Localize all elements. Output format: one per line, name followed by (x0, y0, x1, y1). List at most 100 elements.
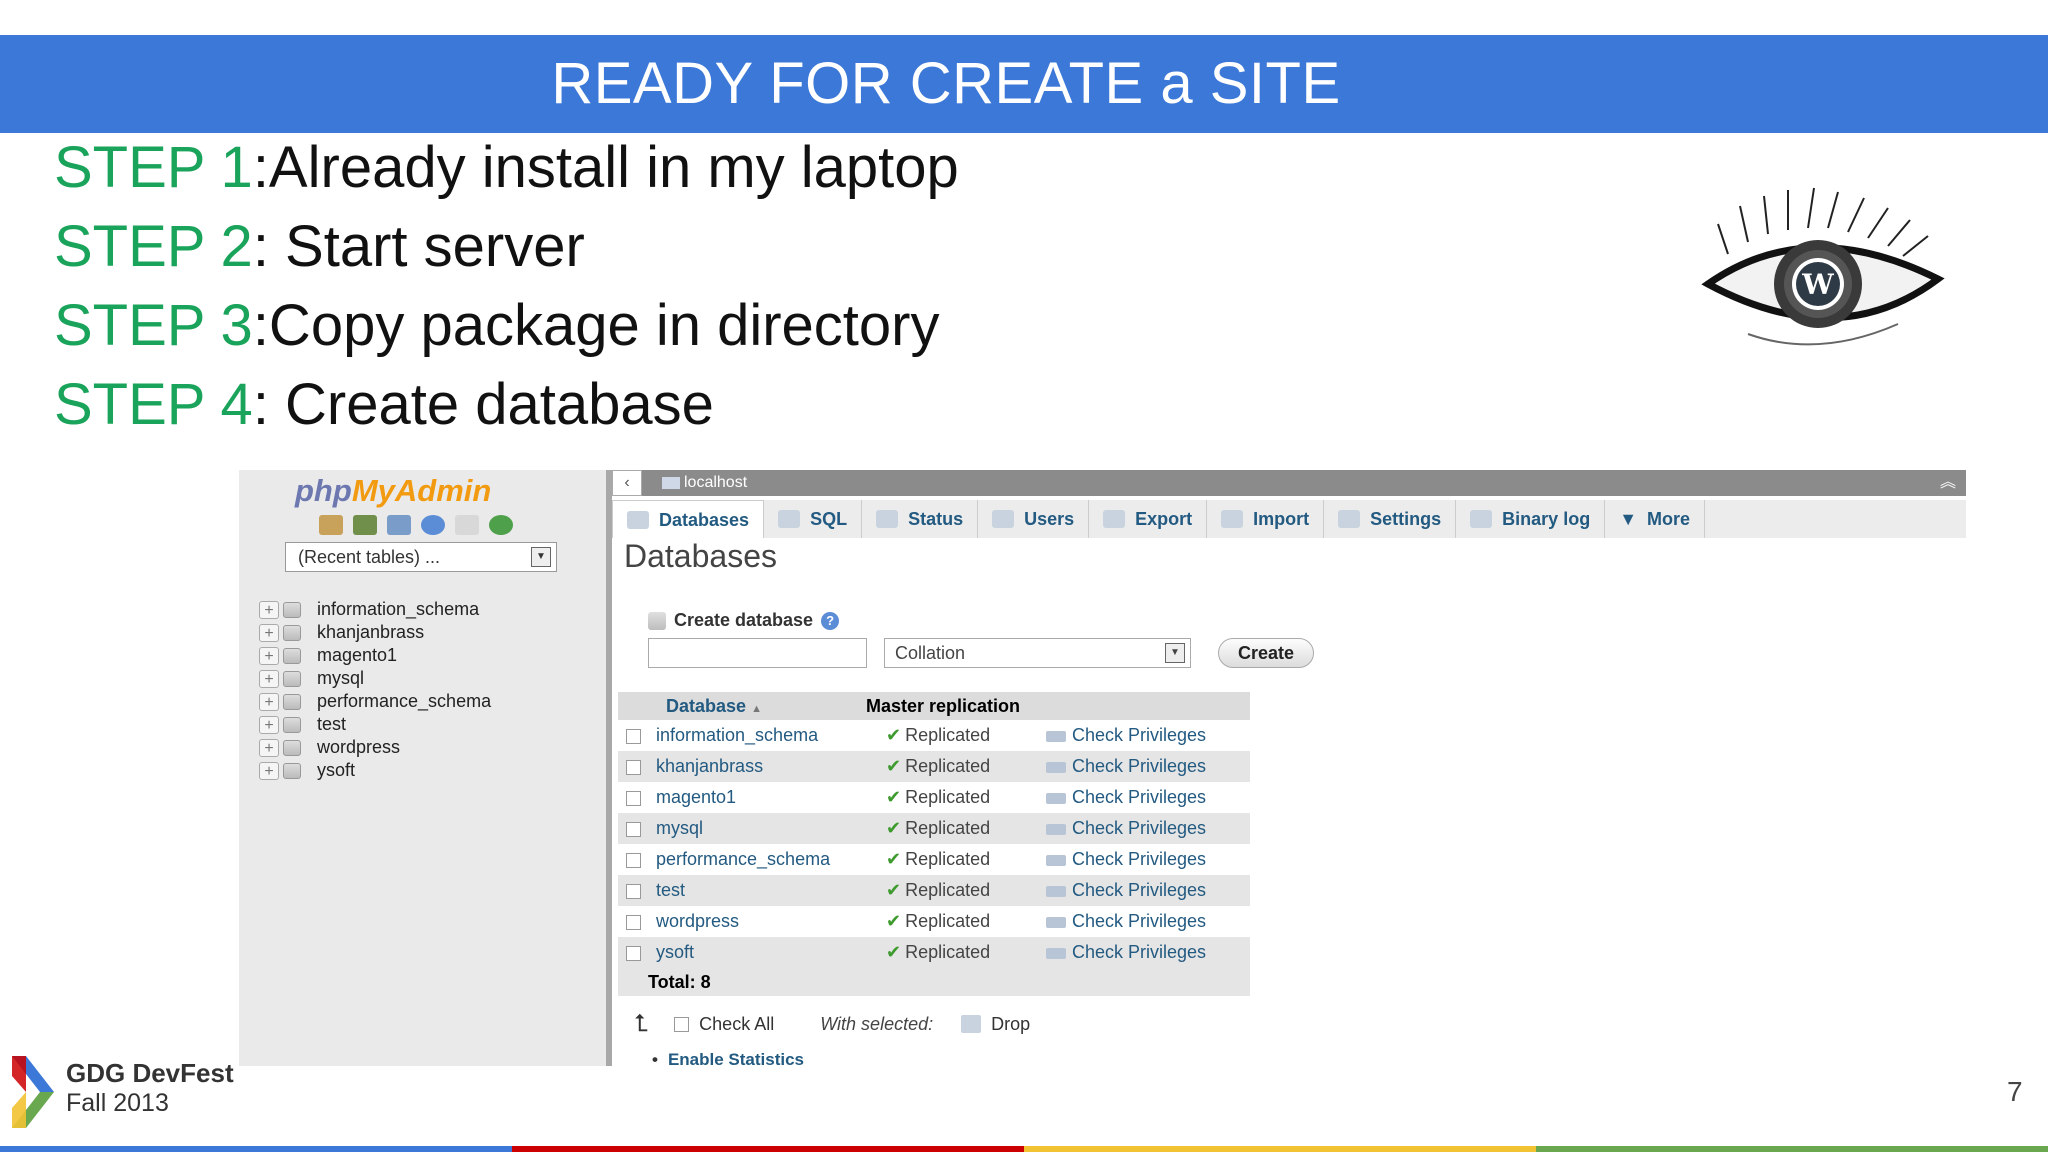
expand-icon[interactable]: + (259, 600, 279, 619)
tree-item[interactable]: + ysoft (259, 759, 491, 782)
server-breadcrumb[interactable]: localhost (662, 470, 747, 496)
tab-label: Settings (1370, 509, 1442, 529)
tree-item[interactable]: + information_schema (259, 598, 491, 621)
home-icon[interactable] (319, 515, 343, 535)
collation-select[interactable]: Collation ▼ (884, 638, 1191, 668)
create-button[interactable]: Create (1218, 638, 1314, 668)
status-icon (876, 510, 899, 528)
reload-icon[interactable] (489, 515, 513, 535)
row-checkbox[interactable] (625, 728, 641, 744)
database-column-header[interactable]: Database ▲ (618, 692, 856, 720)
footer-edition: Fall 2013 (66, 1089, 169, 1117)
row-checkbox[interactable] (625, 821, 641, 837)
row-checkbox[interactable] (625, 945, 641, 961)
check-privileges-link[interactable]: Check Privileges (1036, 720, 1250, 751)
export-icon (1103, 510, 1126, 528)
check-all-checkbox[interactable] (674, 1016, 690, 1032)
database-link[interactable]: ysoft (648, 937, 856, 968)
tab-settings[interactable]: Settings (1324, 500, 1457, 538)
privileges-icon (1046, 947, 1066, 959)
tab-export[interactable]: Export (1089, 500, 1208, 538)
tree-item[interactable]: + wordpress (259, 736, 491, 759)
check-privileges-link[interactable]: Check Privileges (1036, 844, 1250, 875)
tree-item[interactable]: + magento1 (259, 644, 491, 667)
database-link[interactable]: mysql (648, 813, 856, 844)
phpmyadmin-logo[interactable]: phpMyAdmin (295, 473, 491, 509)
table-row: wordpress ✔ Replicated Check Privileges (618, 906, 1250, 937)
database-link[interactable]: wordpress (648, 906, 856, 937)
binary-log-icon (1470, 510, 1493, 528)
expand-icon[interactable]: + (259, 669, 279, 688)
database-link[interactable]: magento1 (648, 782, 856, 813)
tree-item[interactable]: + test (259, 713, 491, 736)
row-checkbox[interactable] (625, 759, 641, 775)
scroll-top-icon[interactable]: ︽ (1940, 470, 1956, 496)
database-tree: + information_schema + khanjanbrass + magen… (259, 598, 491, 782)
sort-asc-icon: ▲ (751, 702, 762, 715)
database-link[interactable]: performance_schema (648, 844, 856, 875)
drop-button[interactable]: Drop (961, 1014, 1030, 1035)
recent-tables-select[interactable]: (Recent tables) ... ▼ (285, 542, 557, 572)
tab-more[interactable]: ▼ More (1605, 500, 1706, 538)
help-icon[interactable] (421, 515, 445, 535)
check-privileges-link[interactable]: Check Privileges (1036, 937, 1250, 968)
title-bar: READY FOR CREATE a SITE (0, 35, 2048, 133)
check-privileges-link[interactable]: Check Privileges (1036, 906, 1250, 937)
check-icon: ✔ (886, 911, 902, 931)
page-title: Databases (624, 538, 777, 574)
database-icon (283, 693, 301, 710)
check-privileges-link[interactable]: Check Privileges (1036, 813, 1250, 844)
tab-users[interactable]: Users (978, 500, 1090, 538)
database-icon (283, 647, 301, 664)
expand-icon[interactable]: + (259, 738, 279, 757)
tree-item[interactable]: + performance_schema (259, 690, 491, 713)
logout-icon[interactable] (353, 515, 377, 535)
database-link[interactable]: test (648, 875, 856, 906)
tab-import[interactable]: Import (1207, 500, 1325, 538)
row-checkbox[interactable] (625, 790, 641, 806)
check-icon: ✔ (886, 725, 902, 745)
database-link[interactable]: khanjanbrass (648, 751, 856, 782)
svg-text:W: W (1801, 268, 1834, 301)
tab-databases[interactable]: Databases (612, 500, 765, 538)
tree-item[interactable]: + mysql (259, 667, 491, 690)
query-window-icon[interactable] (387, 515, 411, 535)
arrow-up-icon: ⮤ (634, 1010, 649, 1037)
help-icon[interactable]: ? (821, 611, 840, 630)
check-privileges-label: Check Privileges (1072, 942, 1207, 962)
row-checkbox[interactable] (625, 883, 641, 899)
row-checkbox[interactable] (625, 852, 641, 868)
expand-icon[interactable]: + (259, 646, 279, 665)
tab-sql[interactable]: SQL (764, 500, 863, 538)
gdg-logo-icon (12, 1056, 54, 1128)
expand-icon[interactable]: + (259, 715, 279, 734)
wrench-icon (1338, 510, 1361, 528)
collapse-navigation-icon[interactable]: ‹ (612, 470, 642, 496)
expand-icon[interactable]: + (259, 761, 279, 780)
slide-title: READY FOR CREATE a SITE (551, 51, 1341, 116)
check-privileges-link[interactable]: Check Privileges (1036, 782, 1250, 813)
table-row: ysoft ✔ Replicated Check Privileges (618, 937, 1250, 968)
expand-icon[interactable]: + (259, 692, 279, 711)
table-total-row: Total: 8 (618, 968, 1250, 996)
row-checkbox[interactable] (625, 914, 641, 930)
server-breadcrumb-bar: ‹ localhost ︽ (612, 470, 1966, 496)
tab-binary-log[interactable]: Binary log (1456, 500, 1606, 538)
tab-label: Import (1253, 509, 1310, 529)
tab-status[interactable]: Status (862, 500, 979, 538)
check-all-control[interactable]: Check All (674, 1014, 774, 1035)
database-link[interactable]: information_schema (648, 720, 856, 751)
total-count: Total: 8 (648, 968, 856, 996)
documentation-icon[interactable] (455, 515, 479, 535)
check-privileges-link[interactable]: Check Privileges (1036, 875, 1250, 906)
expand-icon[interactable]: + (259, 623, 279, 642)
table-row: information_schema ✔ Replicated Check Pri… (618, 720, 1250, 751)
check-privileges-label: Check Privileges (1072, 756, 1207, 776)
check-icon: ✔ (886, 942, 902, 962)
collation-value: Collation (895, 643, 966, 663)
bottom-bar-segment (1024, 1146, 1536, 1152)
check-privileges-link[interactable]: Check Privileges (1036, 751, 1250, 782)
enable-statistics-link[interactable]: Enable Statistics (652, 1050, 804, 1070)
database-name-input[interactable] (648, 638, 867, 668)
tree-item[interactable]: + khanjanbrass (259, 621, 491, 644)
